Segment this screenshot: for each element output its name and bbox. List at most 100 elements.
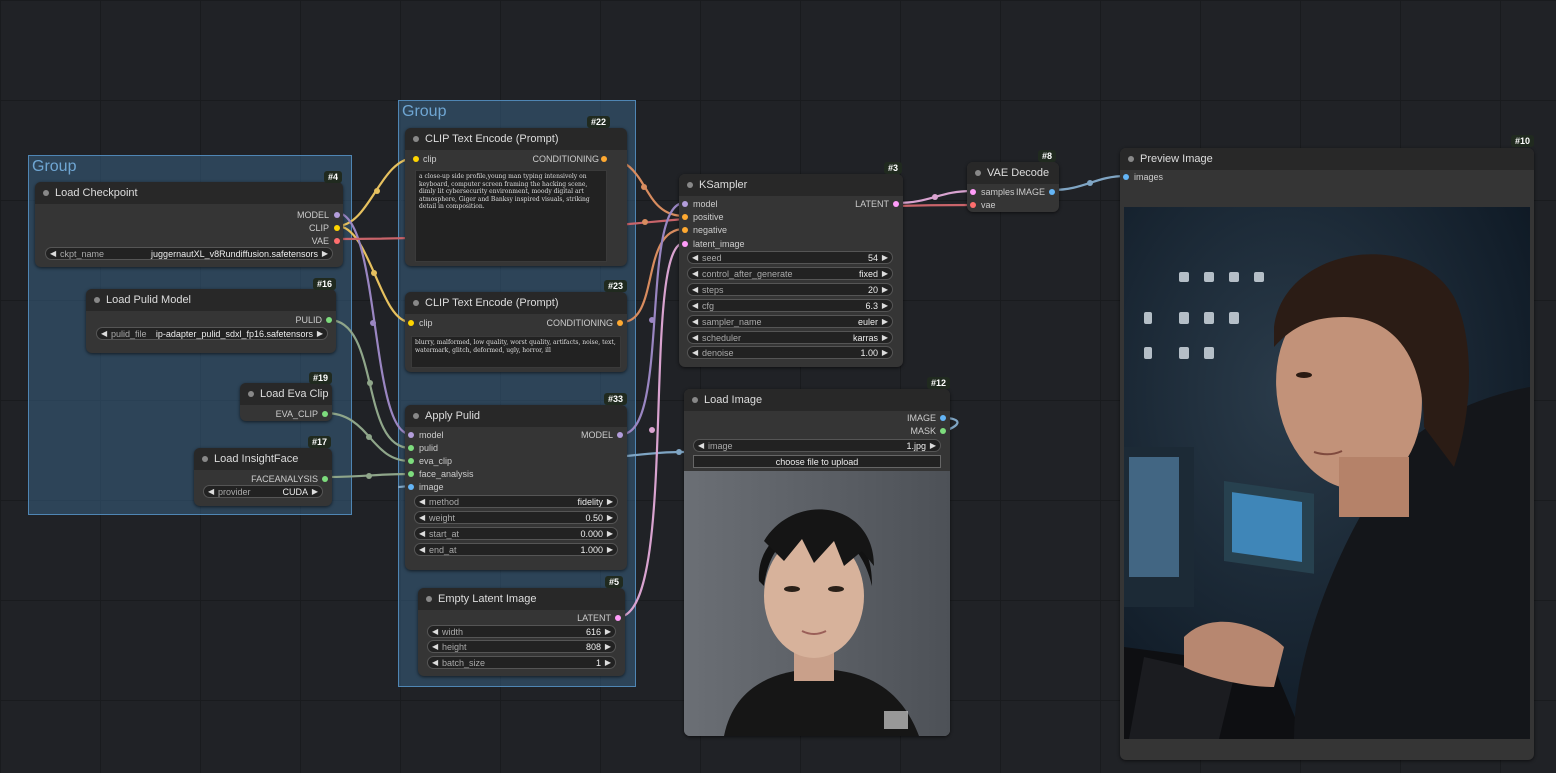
- node-ksampler[interactable]: KSampler model LATENT positive negative …: [679, 174, 903, 367]
- arrow-right-icon[interactable]: ▶: [607, 529, 613, 538]
- socket-positive-in[interactable]: [682, 214, 688, 220]
- socket-conditioning[interactable]: [617, 320, 623, 326]
- socket-vae-in[interactable]: [970, 202, 976, 208]
- input-positive[interactable]: positive: [693, 212, 724, 222]
- arrow-right-icon[interactable]: ▶: [882, 333, 888, 342]
- output-vae[interactable]: VAE: [312, 236, 329, 246]
- output-conditioning[interactable]: CONDITIONING: [547, 318, 614, 328]
- node-load-pulid-model[interactable]: Load Pulid Model PULID ◀ pulid_file ip-a…: [86, 289, 336, 353]
- weight-number[interactable]: ◀ weight 0.50 ▶: [414, 511, 618, 524]
- output-clip[interactable]: CLIP: [309, 223, 329, 233]
- socket-eva-clip[interactable]: [322, 411, 328, 417]
- socket-vae[interactable]: [334, 238, 340, 244]
- batch-size-number[interactable]: ◀ batch_size 1 ▶: [427, 656, 616, 669]
- group-title[interactable]: Group: [32, 158, 76, 176]
- group-title[interactable]: Group: [402, 103, 446, 121]
- collapse-dot[interactable]: [687, 182, 693, 188]
- socket-model[interactable]: [334, 212, 340, 218]
- output-latent[interactable]: LATENT: [577, 613, 611, 623]
- pulid-file-combo[interactable]: ◀ pulid_file ip-adapter_pulid_sdxl_fp16.…: [96, 327, 328, 340]
- socket-clip-in[interactable]: [408, 320, 414, 326]
- output-conditioning[interactable]: CONDITIONING: [533, 154, 600, 164]
- arrow-right-icon[interactable]: ▶: [882, 253, 888, 262]
- socket-model-in[interactable]: [408, 432, 414, 438]
- input-pulid[interactable]: pulid: [419, 443, 438, 453]
- output-image[interactable]: IMAGE: [1016, 187, 1045, 197]
- arrow-left-icon[interactable]: ◀: [692, 301, 698, 310]
- method-combo[interactable]: ◀ method fidelity ▶: [414, 495, 618, 508]
- arrow-left-icon[interactable]: ◀: [692, 333, 698, 342]
- input-eva-clip[interactable]: eva_clip: [419, 456, 452, 466]
- collapse-dot[interactable]: [1128, 156, 1134, 162]
- prompt-textarea[interactable]: blurry, malformed, low quality, worst qu…: [411, 336, 621, 368]
- input-model[interactable]: model: [693, 199, 718, 209]
- input-face-analysis[interactable]: face_analysis: [419, 469, 474, 479]
- output-faceanalysis[interactable]: FACEANALYSIS: [251, 474, 318, 484]
- socket-clip[interactable]: [334, 225, 340, 231]
- input-clip[interactable]: clip: [423, 154, 437, 164]
- socket-samples-in[interactable]: [970, 189, 976, 195]
- denoise-number[interactable]: ◀ denoise 1.00 ▶: [687, 346, 893, 359]
- arrow-right-icon[interactable]: ▶: [607, 545, 613, 554]
- input-image[interactable]: image: [419, 482, 444, 492]
- arrow-left-icon[interactable]: ◀: [432, 642, 438, 651]
- node-header[interactable]: Preview Image: [1120, 148, 1534, 170]
- upload-button[interactable]: choose file to upload: [693, 455, 941, 468]
- arrow-left-icon[interactable]: ◀: [50, 249, 56, 258]
- seed-number[interactable]: ◀ seed 54 ▶: [687, 251, 893, 264]
- socket-images-in[interactable]: [1123, 174, 1129, 180]
- socket-face-analysis-in[interactable]: [408, 471, 414, 477]
- output-image-preview[interactable]: [1124, 207, 1530, 739]
- collapse-dot[interactable]: [975, 170, 981, 176]
- collapse-dot[interactable]: [94, 297, 100, 303]
- provider-combo[interactable]: ◀ provider CUDA ▶: [203, 485, 323, 498]
- socket-faceanalysis[interactable]: [322, 476, 328, 482]
- steps-number[interactable]: ◀ steps 20 ▶: [687, 283, 893, 296]
- node-header[interactable]: Load Eva Clip: [240, 383, 332, 405]
- collapse-dot[interactable]: [413, 300, 419, 306]
- collapse-dot[interactable]: [413, 413, 419, 419]
- arrow-right-icon[interactable]: ▶: [882, 301, 888, 310]
- output-model[interactable]: MODEL: [581, 430, 613, 440]
- socket-conditioning[interactable]: [601, 156, 607, 162]
- socket-latent-out[interactable]: [893, 201, 899, 207]
- socket-model-out[interactable]: [617, 432, 623, 438]
- arrow-left-icon[interactable]: ◀: [419, 497, 425, 506]
- node-empty-latent-image[interactable]: Empty Latent Image LATENT ◀ width 616 ▶ …: [418, 588, 625, 676]
- arrow-right-icon[interactable]: ▶: [882, 285, 888, 294]
- node-header[interactable]: Empty Latent Image: [418, 588, 625, 610]
- node-preview-image[interactable]: Preview Image images: [1120, 148, 1534, 760]
- arrow-right-icon[interactable]: ▶: [882, 317, 888, 326]
- socket-latent-image-in[interactable]: [682, 241, 688, 247]
- sampler-name-combo[interactable]: ◀ sampler_name euler ▶: [687, 315, 893, 328]
- arrow-right-icon[interactable]: ▶: [930, 441, 936, 450]
- collapse-dot[interactable]: [692, 397, 698, 403]
- height-number[interactable]: ◀ height 808 ▶: [427, 640, 616, 653]
- arrow-left-icon[interactable]: ◀: [692, 317, 698, 326]
- node-load-eva-clip[interactable]: Load Eva Clip EVA_CLIP: [240, 383, 332, 421]
- prompt-textarea[interactable]: a close-up side profile,young man typing…: [415, 170, 607, 262]
- arrow-left-icon[interactable]: ◀: [419, 529, 425, 538]
- arrow-right-icon[interactable]: ▶: [322, 249, 328, 258]
- socket-image-in[interactable]: [408, 484, 414, 490]
- collapse-dot[interactable]: [43, 190, 49, 196]
- arrow-right-icon[interactable]: ▶: [317, 329, 323, 338]
- cfg-number[interactable]: ◀ cfg 6.3 ▶: [687, 299, 893, 312]
- node-load-insightface[interactable]: Load InsightFace FACEANALYSIS ◀ provider…: [194, 448, 332, 506]
- arrow-right-icon[interactable]: ▶: [607, 497, 613, 506]
- arrow-left-icon[interactable]: ◀: [692, 253, 698, 262]
- node-header[interactable]: Load InsightFace: [194, 448, 332, 470]
- node-header[interactable]: Load Pulid Model: [86, 289, 336, 311]
- arrow-left-icon[interactable]: ◀: [101, 329, 107, 338]
- output-model[interactable]: MODEL: [297, 210, 329, 220]
- socket-pulid-in[interactable]: [408, 445, 414, 451]
- arrow-right-icon[interactable]: ▶: [882, 269, 888, 278]
- scheduler-combo[interactable]: ◀ scheduler karras ▶: [687, 331, 893, 344]
- node-header[interactable]: KSampler: [679, 174, 903, 196]
- arrow-left-icon[interactable]: ◀: [419, 545, 425, 554]
- input-clip[interactable]: clip: [419, 318, 433, 328]
- output-eva-clip[interactable]: EVA_CLIP: [276, 409, 318, 419]
- node-apply-pulid[interactable]: Apply Pulid model MODEL pulid eva_clip f…: [405, 405, 627, 570]
- arrow-right-icon[interactable]: ▶: [605, 642, 611, 651]
- socket-latent[interactable]: [615, 615, 621, 621]
